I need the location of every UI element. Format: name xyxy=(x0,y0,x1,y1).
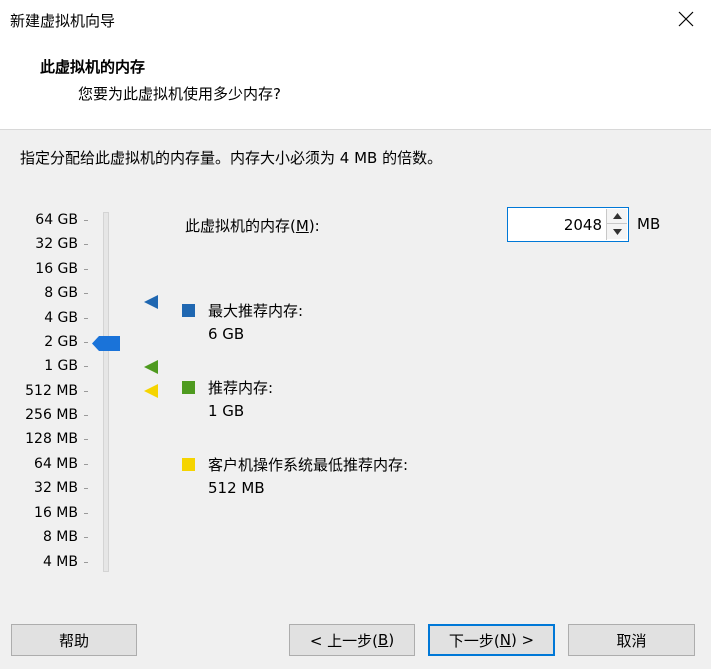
scale-tick: 32 GB xyxy=(35,232,88,256)
close-button[interactable] xyxy=(671,4,701,34)
memory-label: 此虚拟机的内存(M): xyxy=(185,215,320,236)
chevron-down-icon xyxy=(612,228,622,235)
legend-swatch-yellow xyxy=(182,458,195,471)
title-bar: 新建虚拟机向导 xyxy=(0,0,711,40)
memory-label-hotkey: M xyxy=(295,217,309,235)
legend-swatch-blue xyxy=(182,304,195,317)
legend-value: 6 GB xyxy=(208,325,245,343)
legend-label: 最大推荐内存: xyxy=(208,302,304,320)
memory-slider-track[interactable] xyxy=(103,212,109,572)
chevron-up-icon xyxy=(612,213,622,219)
scale-tick: 4 GB xyxy=(44,306,88,330)
next-label-suffix: ) > xyxy=(510,631,535,649)
memory-label-prefix: 此虚拟机的内存( xyxy=(185,217,296,235)
back-label-hotkey: B xyxy=(378,631,389,649)
next-button[interactable]: 下一步(N) > xyxy=(428,624,555,656)
stepper-arrows xyxy=(606,209,627,240)
max-recommended-marker xyxy=(144,295,158,309)
back-button[interactable]: < 上一步(B) xyxy=(289,624,415,656)
scale-tick: 2 GB xyxy=(44,330,88,354)
scale-tick: 4 MB xyxy=(43,550,89,574)
memory-input[interactable] xyxy=(510,210,604,239)
instructions-text: 指定分配给此虚拟机的内存量。内存大小必须为 4 MB 的倍数。 xyxy=(20,149,443,167)
scale-tick: 1 GB xyxy=(44,354,88,378)
next-label-prefix: 下一步( xyxy=(448,631,500,650)
memory-unit: MB xyxy=(637,215,661,233)
legend-value: 512 MB xyxy=(208,479,265,497)
memory-label-suffix: ): xyxy=(308,217,320,235)
help-button[interactable]: 帮助 xyxy=(11,624,137,656)
guest-min-marker xyxy=(144,384,158,398)
next-label-hotkey: N xyxy=(499,631,511,649)
scale-tick: 16 GB xyxy=(35,257,88,281)
close-icon xyxy=(678,11,694,27)
scale-tick: 16 MB xyxy=(34,501,88,525)
scale-tick: 64 MB xyxy=(34,452,88,476)
memory-stepper[interactable] xyxy=(507,207,629,242)
legend-value: 1 GB xyxy=(208,402,245,420)
legend-label: 推荐内存: xyxy=(208,379,274,397)
page-title: 此虚拟机的内存 xyxy=(40,58,146,76)
scale-tick: 64 GB xyxy=(35,208,88,232)
scale-tick: 256 MB xyxy=(25,403,88,427)
legend-swatch-green xyxy=(182,381,195,394)
scale-tick: 8 GB xyxy=(44,281,88,305)
scale-tick: 512 MB xyxy=(25,379,88,403)
stepper-down-button[interactable] xyxy=(607,224,627,239)
back-label-suffix: ) xyxy=(388,631,395,649)
cancel-button[interactable]: 取消 xyxy=(568,624,695,656)
scale-tick: 32 MB xyxy=(34,476,88,500)
memory-slider-thumb[interactable] xyxy=(92,336,120,351)
stepper-up-button[interactable] xyxy=(607,209,627,224)
recommended-marker xyxy=(144,360,158,374)
back-label-prefix: < 上一步( xyxy=(309,631,379,650)
wizard-header: 此虚拟机的内存 您要为此虚拟机使用多少内存? xyxy=(0,40,711,130)
legend-label: 客户机操作系统最低推荐内存: xyxy=(208,456,409,474)
page-subtitle: 您要为此虚拟机使用多少内存? xyxy=(78,85,281,103)
window-title: 新建虚拟机向导 xyxy=(10,12,116,30)
scale-tick: 8 MB xyxy=(43,525,89,549)
scale-tick: 128 MB xyxy=(25,427,88,451)
